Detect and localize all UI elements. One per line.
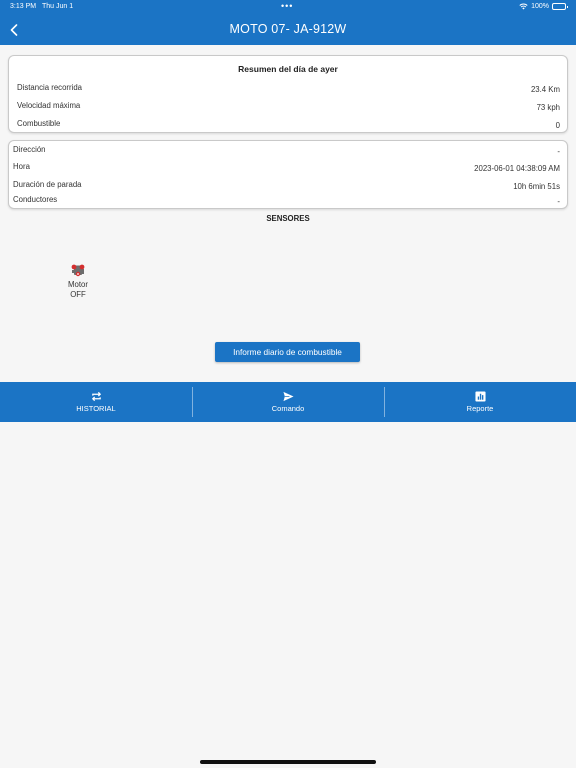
address-label: Dirección	[13, 145, 46, 154]
status-date: Thu Jun 1	[42, 3, 74, 10]
home-indicator[interactable]	[200, 760, 376, 764]
send-icon	[282, 391, 294, 402]
status-bar: 3:13 PM Thu Jun 1 ••• 100%	[0, 0, 576, 14]
multitasking-dots[interactable]: •••	[281, 1, 293, 11]
bottom-nav: HISTORIAL Comando Reporte	[0, 382, 576, 422]
fuel-report-button[interactable]: Informe diario de combustible	[215, 342, 360, 362]
page-title: MOTO 07- JA-912W	[229, 22, 347, 36]
time-value: 2023-06-01 04:38:09 AM	[474, 164, 560, 173]
max-speed-label: Velocidad máxima	[17, 101, 81, 110]
fuel-value: 0	[555, 121, 560, 130]
details-card: Dirección - Hora 2023-06-01 04:38:09 AM …	[8, 140, 568, 209]
engine-icon	[71, 264, 85, 277]
nav-reporte-label: Reporte	[466, 404, 494, 413]
drivers-label: Conductores	[13, 195, 58, 204]
repeat-icon	[91, 391, 101, 402]
distance-label: Distancia recorrida	[17, 83, 82, 92]
drivers-value: -	[557, 197, 560, 206]
sensors-title: SENSORES	[266, 214, 310, 223]
nav-comando-label: Comando	[271, 404, 305, 413]
summary-title: Resumen del día de ayer	[238, 64, 338, 74]
app-header: 3:13 PM Thu Jun 1 ••• 100% MOTO 07- JA-9…	[0, 0, 576, 45]
nav-historial-label: HISTORIAL	[76, 404, 116, 413]
status-time: 3:13 PM	[10, 3, 37, 10]
stop-duration-value: 10h 6min 51s	[513, 182, 560, 191]
max-speed-value: 73 kph	[536, 103, 560, 112]
time-label: Hora	[13, 162, 30, 171]
distance-value: 23.4 Km	[530, 85, 560, 94]
sensor-state: OFF	[70, 290, 86, 299]
sensor-name: Motor	[68, 280, 88, 289]
stop-duration-label: Duración de parada	[13, 180, 82, 189]
nav-reporte[interactable]: Reporte	[384, 382, 576, 422]
wifi-icon	[519, 3, 528, 10]
nav-historial[interactable]: HISTORIAL	[0, 382, 192, 422]
address-value: -	[557, 147, 560, 156]
sensor-motor: Motor OFF	[58, 264, 98, 300]
summary-card: Resumen del día de ayer Distancia recorr…	[8, 55, 568, 133]
chart-icon	[474, 391, 486, 402]
battery-percent: 100%	[531, 3, 549, 10]
battery-icon	[552, 3, 568, 10]
nav-comando[interactable]: Comando	[192, 382, 384, 422]
fuel-label: Combustible	[17, 119, 61, 128]
status-right: 100%	[519, 3, 568, 10]
